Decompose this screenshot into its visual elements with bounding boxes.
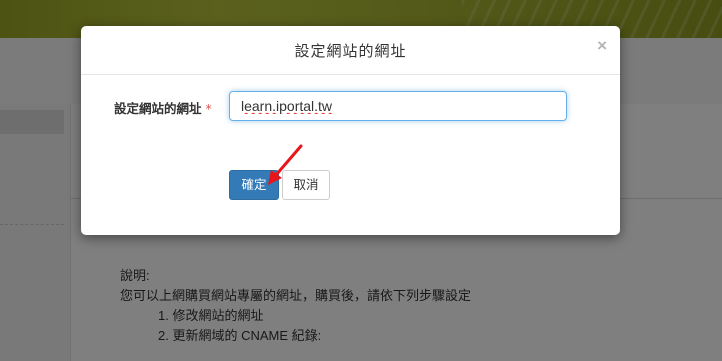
url-field-label-text: 設定網站的網址 xyxy=(114,101,202,116)
required-star: * xyxy=(205,101,212,116)
cancel-button[interactable]: 取消 xyxy=(282,170,330,200)
confirm-button[interactable]: 確定 xyxy=(229,170,279,200)
modal-title: 設定網站的網址 xyxy=(294,42,407,60)
url-field-label: 設定網站的網址 * xyxy=(114,98,212,117)
set-website-url-dialog: 設定網站的網址 × 設定網站的網址* 確定 取消 xyxy=(81,26,620,235)
close-icon[interactable]: × xyxy=(597,36,607,56)
website-url-input[interactable] xyxy=(229,91,567,121)
modal-header: 設定網站的網址 × xyxy=(81,26,620,75)
